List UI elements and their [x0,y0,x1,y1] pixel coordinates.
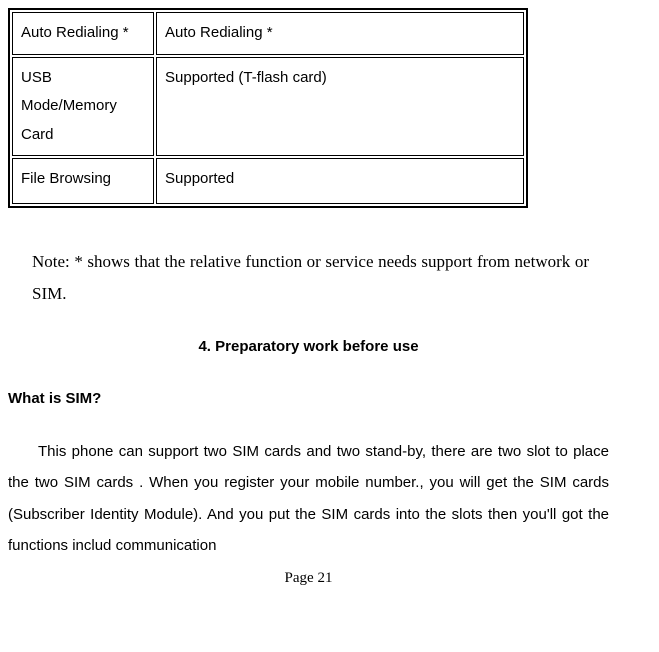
table: Auto Redialing * Auto Redialing * USB Mo… [10,10,526,206]
sub-heading: What is SIM? [8,385,609,414]
spec-table: Auto Redialing * Auto Redialing * USB Mo… [8,8,528,208]
cell-value: Supported [156,158,524,204]
table-row: Auto Redialing * Auto Redialing * [12,12,524,55]
note-text: Note: * shows that the relative function… [32,246,589,311]
cell-value: Supported (T-flash card) [156,57,524,157]
cell-label: File Browsing [12,158,154,204]
cell-label: USB Mode/Memory Card [12,57,154,157]
page-number: Page 21 [8,564,609,593]
table-row: USB Mode/Memory Card Supported (T-flash … [12,57,524,157]
cell-label: Auto Redialing * [12,12,154,55]
table-row: File Browsing Supported [12,158,524,204]
body-paragraph: This phone can support two SIM cards and… [8,436,609,562]
section-title: 4. Preparatory work before use [8,333,609,362]
cell-value: Auto Redialing * [156,12,524,55]
